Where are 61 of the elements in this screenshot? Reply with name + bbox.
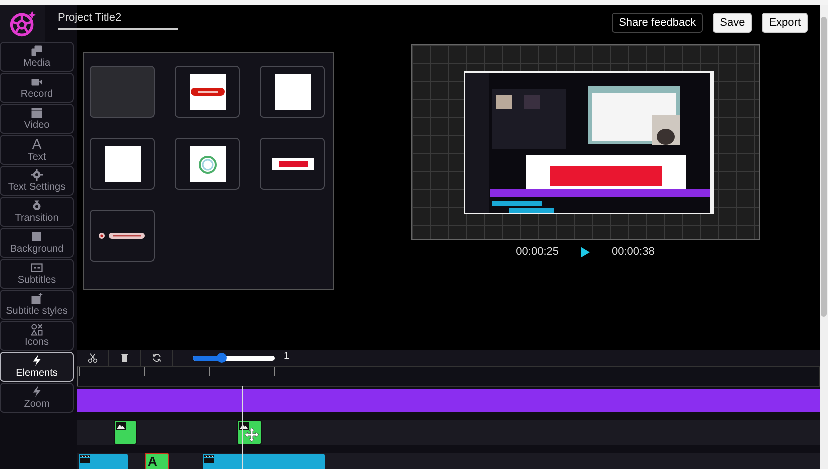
header-button[interactable]: Share feedback bbox=[612, 12, 704, 32]
clapper-icon bbox=[80, 455, 90, 463]
ring-icon bbox=[190, 146, 226, 182]
image-icon bbox=[239, 422, 249, 430]
sidebar-item[interactable]: Record bbox=[0, 73, 74, 103]
header-button[interactable]: Save bbox=[713, 12, 752, 32]
subscribe-banner-icon bbox=[272, 158, 314, 170]
cc-icon bbox=[31, 262, 43, 274]
sidebar-item[interactable]: Elements bbox=[0, 352, 74, 382]
timeline-clip[interactable] bbox=[203, 454, 325, 469]
sidebar-item[interactable]: Icons bbox=[0, 321, 74, 351]
sidebar-item[interactable]: Subtitle styles bbox=[0, 290, 74, 320]
refresh-icon bbox=[152, 353, 162, 363]
square-thumbnail-icon bbox=[104, 146, 140, 182]
element-tile[interactable] bbox=[90, 66, 155, 118]
zoom-slider[interactable] bbox=[193, 353, 275, 363]
bolt-icon bbox=[31, 355, 43, 367]
gear-icon bbox=[31, 169, 43, 181]
total-time: 00:00:38 bbox=[612, 246, 655, 258]
logo-icon bbox=[8, 10, 36, 38]
subscribe-element-icon bbox=[190, 74, 226, 110]
element-tile[interactable] bbox=[260, 138, 325, 190]
timeline-clip[interactable] bbox=[237, 420, 262, 445]
sidebar-item[interactable]: Subtitles bbox=[0, 259, 74, 289]
sidebar-item[interactable]: Zoom bbox=[0, 383, 74, 413]
element-tile[interactable] bbox=[175, 66, 240, 118]
timeline-clip[interactable] bbox=[79, 454, 128, 469]
sidebar-item[interactable]: Transition bbox=[0, 197, 74, 227]
timeline-clip[interactable] bbox=[114, 420, 137, 445]
sidebar-item[interactable]: Background bbox=[0, 228, 74, 258]
background-icon bbox=[31, 231, 43, 243]
record-icon bbox=[31, 76, 43, 88]
shapes-icon bbox=[31, 324, 43, 336]
subscribe-element-icon bbox=[98, 232, 148, 240]
element-tile[interactable] bbox=[260, 66, 325, 118]
zoom-value: 1 bbox=[284, 350, 290, 362]
timeline-clip[interactable]: A bbox=[145, 453, 169, 469]
current-time: 00:00:25 bbox=[516, 246, 559, 258]
sidebar-item[interactable]: Media bbox=[0, 42, 74, 72]
play-icon[interactable] bbox=[581, 246, 590, 258]
sidebar-item[interactable]: A Text bbox=[0, 135, 74, 165]
transition-icon bbox=[31, 200, 43, 212]
element-tile[interactable] bbox=[90, 138, 155, 190]
scrollbar[interactable] bbox=[820, 5, 828, 469]
ccplus-icon bbox=[31, 293, 43, 305]
media-icon bbox=[31, 45, 43, 57]
clapper-icon bbox=[204, 455, 214, 463]
trash-icon bbox=[120, 353, 130, 363]
scissors-icon bbox=[88, 353, 98, 363]
timeline-clip[interactable] bbox=[77, 389, 820, 412]
clip-label: A bbox=[148, 455, 158, 469]
video-icon bbox=[31, 107, 43, 119]
image-icon bbox=[116, 422, 126, 430]
sidebar-item[interactable]: Text Settings bbox=[0, 166, 74, 196]
element-tile[interactable] bbox=[175, 138, 240, 190]
element-tile[interactable] bbox=[90, 210, 155, 262]
bolt-icon bbox=[31, 386, 43, 398]
square-thumbnail-icon bbox=[274, 74, 310, 110]
header-button[interactable]: Export bbox=[762, 12, 808, 32]
project-title-field[interactable]: Project Title2 bbox=[58, 12, 178, 30]
sidebar-item[interactable]: Video bbox=[0, 104, 74, 134]
